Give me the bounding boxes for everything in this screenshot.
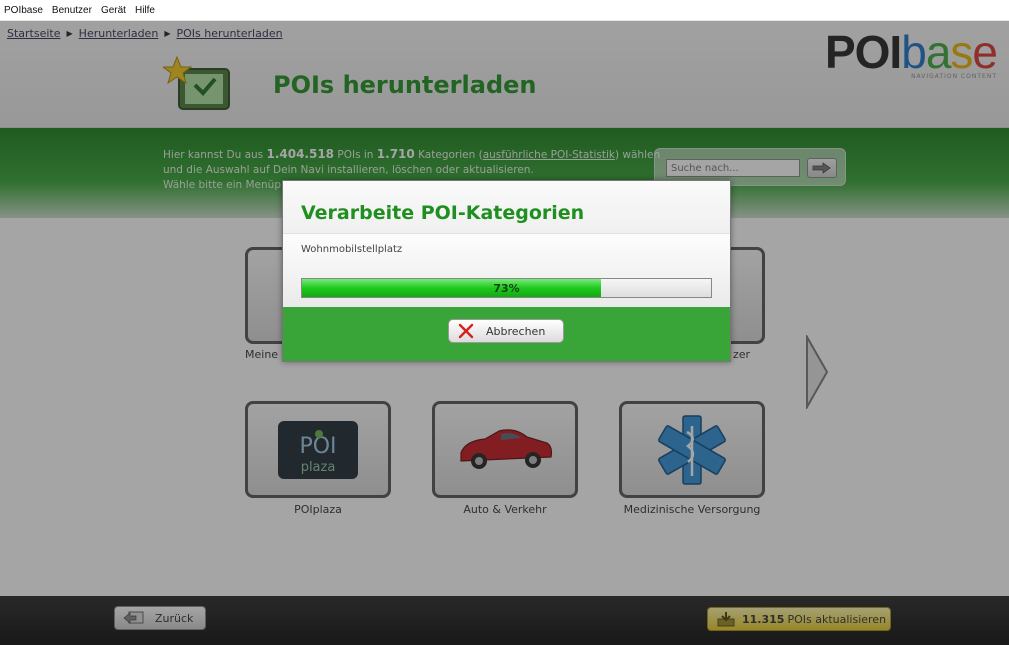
dialog-title: Verarbeite POI-Kategorien [301,202,585,224]
close-icon [458,323,474,339]
progress-dialog: Verarbeite POI-Kategorien Wohnmobilstell… [282,180,731,362]
menu-geraet[interactable]: Gerät [101,5,126,16]
cancel-button[interactable]: Abbrechen [448,319,564,343]
menu-benutzer[interactable]: Benutzer [52,5,92,16]
progress-bar: 73% [301,278,712,298]
dialog-footer: Abbrechen [283,307,730,361]
current-category: Wohnmobilstellplatz [301,244,403,255]
dialog-header: Verarbeite POI-Kategorien [283,181,730,234]
menu-poibase[interactable]: POIbase [4,5,43,16]
progress-percent: 73% [493,281,520,295]
menubar: POIbase Benutzer Gerät Hilfe [0,0,1009,21]
app-window: Startseite ▶ Herunterladen ▶ POIs herunt… [0,21,1009,645]
menu-hilfe[interactable]: Hilfe [135,5,155,16]
cancel-button-label: Abbrechen [486,324,546,338]
dialog-body: Wohnmobilstellplatz 73% [283,234,730,307]
